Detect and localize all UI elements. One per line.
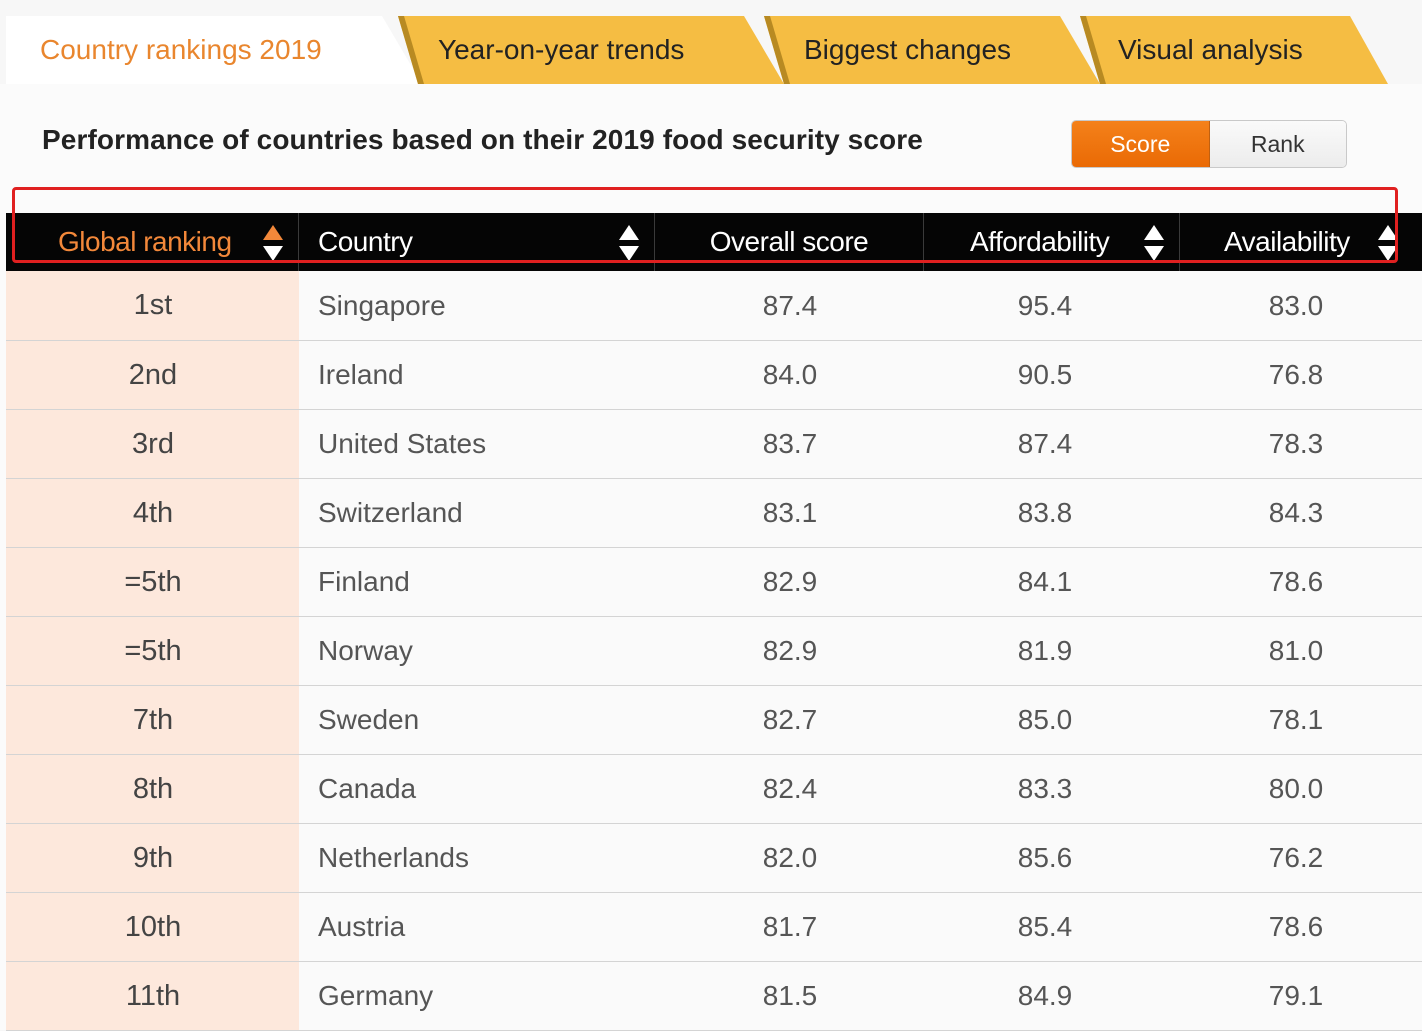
overall-score-cell: 81.5 xyxy=(655,962,924,1030)
rank-cell: 11th xyxy=(6,962,299,1030)
overall-score-cell: 82.0 xyxy=(655,824,924,892)
affordability-cell: 85.6 xyxy=(924,824,1180,892)
country-cell: Austria xyxy=(299,893,655,961)
availability-cell: 81.0 xyxy=(1180,617,1422,685)
table-body: 1st Singapore 87.4 95.4 83.0 2nd Ireland… xyxy=(6,271,1422,1031)
overall-score-cell: 82.7 xyxy=(655,686,924,754)
table-row[interactable]: 10th Austria 81.7 85.4 78.6 xyxy=(6,893,1422,962)
column-header-country[interactable]: Country xyxy=(299,213,655,271)
tab-visual-analysis[interactable]: Visual analysis xyxy=(1080,16,1390,84)
rank-cell: 2nd xyxy=(6,341,299,409)
rank-cell: 10th xyxy=(6,893,299,961)
availability-cell: 80.0 xyxy=(1180,755,1422,823)
table-row[interactable]: =5th Finland 82.9 84.1 78.6 xyxy=(6,548,1422,617)
affordability-cell: 83.3 xyxy=(924,755,1180,823)
affordability-cell: 83.8 xyxy=(924,479,1180,547)
availability-cell: 76.8 xyxy=(1180,341,1422,409)
table-row[interactable]: 2nd Ireland 84.0 90.5 76.8 xyxy=(6,341,1422,410)
affordability-cell: 81.9 xyxy=(924,617,1180,685)
tab-label: Biggest changes xyxy=(804,34,1012,65)
table-row[interactable]: 7th Sweden 82.7 85.0 78.1 xyxy=(6,686,1422,755)
tab-bar: Country rankings 2019 Year-on-year trend… xyxy=(0,0,1422,84)
table-row[interactable]: 1st Singapore 87.4 95.4 83.0 xyxy=(6,271,1422,341)
country-cell: Germany xyxy=(299,962,655,1030)
affordability-cell: 85.0 xyxy=(924,686,1180,754)
content-panel: Performance of countries based on their … xyxy=(0,84,1422,1031)
affordability-cell: 90.5 xyxy=(924,341,1180,409)
column-header-label: Global ranking xyxy=(58,226,232,257)
tab-year-on-year-trends[interactable]: Year-on-year trends xyxy=(398,16,786,84)
tab-country-rankings-2019[interactable]: Country rankings 2019 xyxy=(6,16,436,84)
rank-cell: 7th xyxy=(6,686,299,754)
availability-cell: 83.0 xyxy=(1180,271,1422,340)
overall-score-cell: 84.0 xyxy=(655,341,924,409)
sort-icon[interactable] xyxy=(617,223,641,263)
rank-toggle-button[interactable]: Rank xyxy=(1209,121,1346,167)
tab-label: Country rankings 2019 xyxy=(40,34,322,65)
availability-cell: 76.2 xyxy=(1180,824,1422,892)
rank-cell: =5th xyxy=(6,548,299,616)
overall-score-cell: 83.7 xyxy=(655,410,924,478)
score-toggle-button[interactable]: Score xyxy=(1072,121,1210,167)
sort-icon[interactable] xyxy=(1142,223,1166,263)
sort-icon[interactable] xyxy=(261,223,285,263)
country-cell: Netherlands xyxy=(299,824,655,892)
table-row[interactable]: 11th Germany 81.5 84.9 79.1 xyxy=(6,962,1422,1031)
tab-label: Visual analysis xyxy=(1118,34,1303,65)
country-cell: Ireland xyxy=(299,341,655,409)
column-header-global-ranking[interactable]: Global ranking xyxy=(6,213,299,271)
overall-score-cell: 83.1 xyxy=(655,479,924,547)
availability-cell: 79.1 xyxy=(1180,962,1422,1030)
overall-score-cell: 82.9 xyxy=(655,617,924,685)
table-row[interactable]: 8th Canada 82.4 83.3 80.0 xyxy=(6,755,1422,824)
tab-biggest-changes[interactable]: Biggest changes xyxy=(764,16,1102,84)
tab-label: Year-on-year trends xyxy=(438,34,685,65)
page-title: Performance of countries based on their … xyxy=(42,124,923,155)
affordability-cell: 87.4 xyxy=(924,410,1180,478)
country-cell: United States xyxy=(299,410,655,478)
table-row[interactable]: 4th Switzerland 83.1 83.8 84.3 xyxy=(6,479,1422,548)
rank-cell: =5th xyxy=(6,617,299,685)
availability-cell: 78.6 xyxy=(1180,893,1422,961)
table-row[interactable]: 3rd United States 83.7 87.4 78.3 xyxy=(6,410,1422,479)
column-header-availability[interactable]: Availability xyxy=(1180,213,1422,271)
overall-score-cell: 82.4 xyxy=(655,755,924,823)
table-row[interactable]: 9th Netherlands 82.0 85.6 76.2 xyxy=(6,824,1422,893)
country-cell: Switzerland xyxy=(299,479,655,547)
table-header: Global ranking Country Overall score Aff… xyxy=(6,213,1422,271)
overall-score-cell: 87.4 xyxy=(655,271,924,340)
affordability-cell: 84.1 xyxy=(924,548,1180,616)
affordability-cell: 95.4 xyxy=(924,271,1180,340)
column-header-affordability[interactable]: Affordability xyxy=(924,213,1180,271)
country-cell: Norway xyxy=(299,617,655,685)
rank-cell: 4th xyxy=(6,479,299,547)
rank-cell: 3rd xyxy=(6,410,299,478)
country-cell: Sweden xyxy=(299,686,655,754)
affordability-cell: 84.9 xyxy=(924,962,1180,1030)
affordability-cell: 85.4 xyxy=(924,893,1180,961)
availability-cell: 78.1 xyxy=(1180,686,1422,754)
overall-score-cell: 82.9 xyxy=(655,548,924,616)
rank-cell: 1st xyxy=(6,271,299,340)
country-cell: Canada xyxy=(299,755,655,823)
column-header-label: Availability xyxy=(1224,226,1350,257)
score-rank-toggle: Score Rank xyxy=(1071,120,1347,168)
sort-icon[interactable] xyxy=(1376,223,1400,263)
country-cell: Finland xyxy=(299,548,655,616)
overall-score-cell: 81.7 xyxy=(655,893,924,961)
rankings-table: Global ranking Country Overall score Aff… xyxy=(6,213,1422,1031)
rank-cell: 9th xyxy=(6,824,299,892)
column-header-label: Country xyxy=(318,226,413,257)
column-header-label: Affordability xyxy=(970,226,1110,257)
column-header-label: Overall score xyxy=(709,226,869,257)
rank-cell: 8th xyxy=(6,755,299,823)
table-row[interactable]: =5th Norway 82.9 81.9 81.0 xyxy=(6,617,1422,686)
column-header-overall-score[interactable]: Overall score xyxy=(655,213,924,271)
availability-cell: 78.6 xyxy=(1180,548,1422,616)
country-cell: Singapore xyxy=(299,271,655,340)
availability-cell: 84.3 xyxy=(1180,479,1422,547)
availability-cell: 78.3 xyxy=(1180,410,1422,478)
